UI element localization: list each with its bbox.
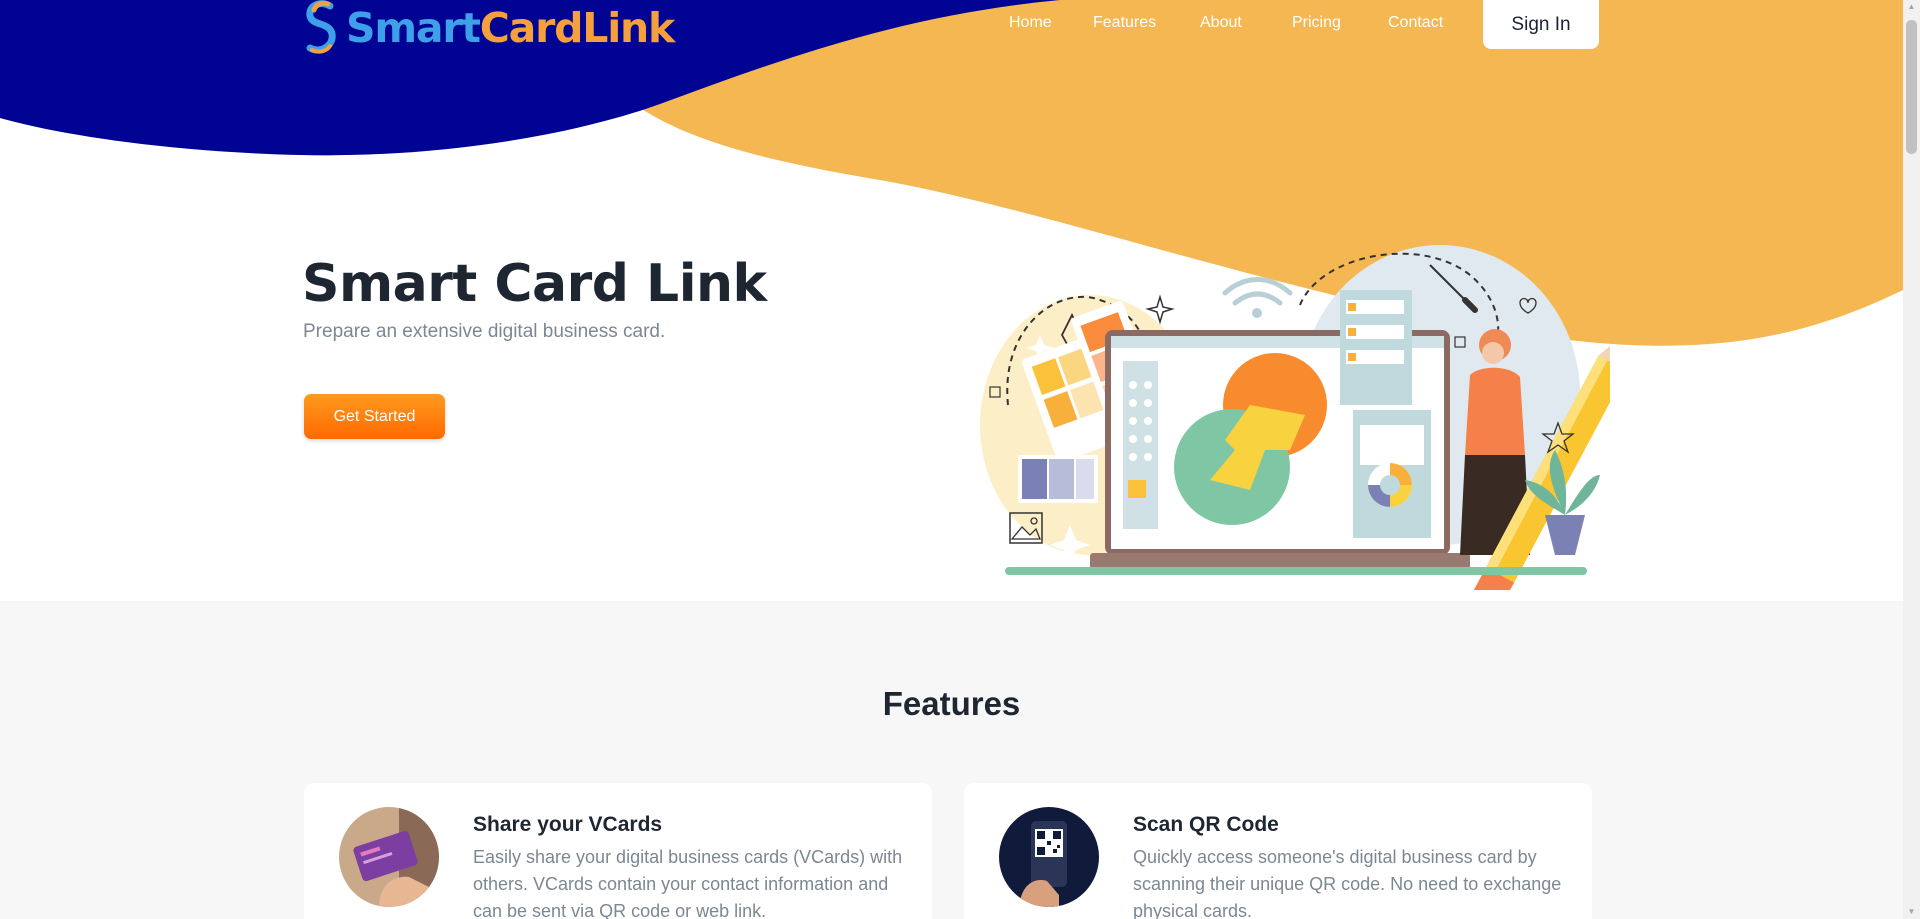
nav-pricing-link[interactable]: Pricing (1292, 14, 1341, 32)
sign-in-button[interactable]: Sign In (1483, 0, 1599, 49)
nav-about-link[interactable]: About (1200, 14, 1242, 32)
features-heading: Features (882, 685, 1021, 722)
feature-card-share-vcards[interactable]: Share your VCards Easily share your digi… (304, 783, 932, 919)
brand-name: SmartCardLink (346, 7, 675, 49)
brand-name-part: Link (582, 3, 675, 52)
feature-card-title: Share your VCards (473, 813, 663, 836)
feature-card-text: Quickly access someone's digital busines… (1133, 847, 1562, 919)
features-section: Features Share your VCards Easily share … (0, 601, 1903, 919)
logo-link-icon (306, 0, 336, 54)
brand-name-part: Card (479, 3, 584, 52)
get-started-button[interactable]: Get Started (304, 394, 445, 439)
page: SmartCardLink Home Features About Pricin… (0, 0, 1920, 919)
scroll-down-arrow-icon[interactable]: ▼ (1906, 907, 1917, 917)
feature-card-title: Scan QR Code (1133, 813, 1279, 836)
nav-features-link[interactable]: Features (1093, 14, 1156, 32)
scrollbar-thumb[interactable] (1906, 20, 1917, 154)
nav-contact-link[interactable]: Contact (1388, 14, 1443, 32)
feature-card-scan-qr[interactable]: Scan QR Code Quickly access someone's di… (964, 783, 1592, 919)
designer-laptop-illustration (980, 245, 1610, 590)
scroll-up-arrow-icon[interactable]: ▲ (1906, 2, 1917, 12)
feature-card-text: Easily share your digital business cards… (473, 847, 903, 919)
hand-holding-card-image (339, 807, 439, 907)
hero-background (0, 0, 1903, 346)
brand-name-part: Smart (346, 3, 481, 52)
hero-subtitle: Prepare an extensive digital business ca… (303, 321, 666, 342)
hero-title: Smart Card Link (302, 254, 767, 314)
phone-qr-scan-image (999, 807, 1099, 907)
nav-home-link[interactable]: Home (1009, 14, 1052, 32)
brand-logo[interactable]: SmartCardLink (302, 0, 675, 56)
